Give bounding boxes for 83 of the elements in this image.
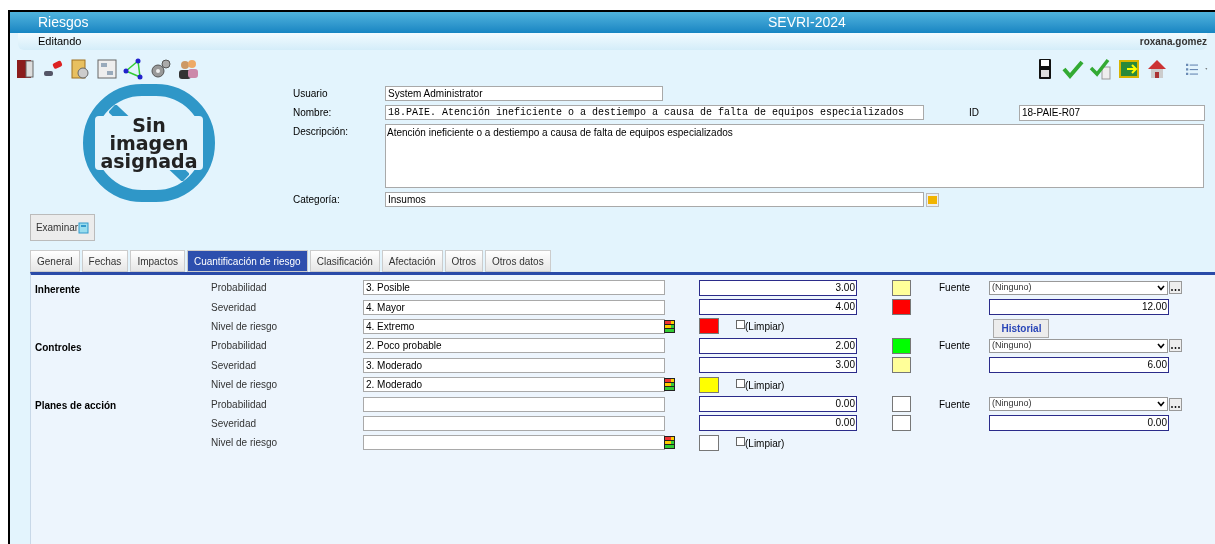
tab[interactable]: Otros xyxy=(444,250,483,272)
upload-icon xyxy=(78,221,90,234)
total-field[interactable]: 6.00 xyxy=(989,357,1169,374)
more-button[interactable] xyxy=(1169,339,1182,353)
source-label: Fuente xyxy=(939,339,972,354)
user-field[interactable]: System Administrator xyxy=(385,86,663,101)
gears-icon[interactable] xyxy=(149,57,173,81)
field-label: Severidad xyxy=(211,416,258,431)
folder-icon xyxy=(928,195,937,204)
placeholder-text: Sin imagen asignada xyxy=(95,116,203,170)
tab[interactable]: Impactos xyxy=(130,250,185,272)
exit-icon[interactable] xyxy=(1117,57,1141,81)
field-label: Nombre: xyxy=(293,106,333,120)
clear-checkbox[interactable]: (Limpiar) xyxy=(736,319,785,334)
score-field[interactable]: 0.00 xyxy=(699,396,857,413)
value-field[interactable]: 3. Moderado xyxy=(363,357,665,373)
field-label: Nivel de riesgo xyxy=(211,378,279,393)
ellipsis-icon xyxy=(1171,347,1180,350)
score-field[interactable]: 3.00 xyxy=(699,357,857,374)
value-field[interactable]: 4. Extremo xyxy=(363,318,665,334)
score-field[interactable]: 2.00 xyxy=(699,337,857,354)
field-label: Usuario xyxy=(293,87,329,101)
group-label: Controles xyxy=(35,341,82,353)
more-button[interactable] xyxy=(1169,397,1182,411)
value-field[interactable]: 2. Moderado xyxy=(363,377,665,393)
check-document-icon[interactable] xyxy=(1089,57,1113,81)
value-field[interactable]: 4. Mayor xyxy=(363,299,665,315)
chevron-down-icon xyxy=(1157,342,1165,349)
field-label: Severidad xyxy=(211,358,258,373)
risk-matrix-icon[interactable] xyxy=(664,436,675,450)
tab[interactable]: Afectación xyxy=(381,250,443,272)
description-field[interactable]: Atención ineficiente o a destiempo a causa de falta de equipos especializados xyxy=(385,124,1204,188)
score-field[interactable]: 4.00 xyxy=(699,299,857,316)
source-dropdown[interactable]: (Ninguno) xyxy=(989,397,1168,412)
score-field[interactable]: 3.00 xyxy=(699,279,857,296)
clear-checkbox[interactable]: (Limpiar) xyxy=(736,377,785,392)
value-field[interactable] xyxy=(363,435,665,451)
source-label: Fuente xyxy=(939,281,972,296)
app-title: SEVRI-2024 xyxy=(768,13,846,32)
name-field[interactable]: 18.PAIE. Atención ineficiente o a destiempo a causa de falta de equipos especializados xyxy=(385,105,924,120)
chevron-down-icon xyxy=(1157,284,1165,291)
field-label: Probabilidad xyxy=(211,281,268,296)
value-field[interactable] xyxy=(363,415,665,431)
clear-checkbox[interactable]: (Limpiar) xyxy=(736,435,785,450)
ellipsis-icon xyxy=(1171,289,1180,292)
more-button[interactable] xyxy=(1169,281,1182,295)
mode-text: Editando xyxy=(38,34,82,50)
field-label: Categoría: xyxy=(293,193,341,207)
field-label: Probabilidad xyxy=(211,339,268,354)
source-dropdown[interactable]: (Ninguno) xyxy=(989,338,1168,353)
tab[interactable]: Cuantificación de riesgo xyxy=(186,250,308,272)
clipboard-icon[interactable] xyxy=(68,57,92,81)
field-label: Descripción: xyxy=(293,125,350,139)
value-field[interactable]: 2. Poco probable xyxy=(363,338,665,354)
group-label: Planes de acción xyxy=(35,400,117,412)
total-field[interactable]: 12.00 xyxy=(989,299,1169,316)
browse-button[interactable]: Examinar xyxy=(30,214,95,241)
tab[interactable]: Clasificación xyxy=(309,250,380,272)
history-button[interactable]: Historial xyxy=(993,319,1050,339)
tab[interactable]: General xyxy=(30,250,80,272)
value-field[interactable] xyxy=(363,396,665,412)
risk-matrix-icon[interactable] xyxy=(664,319,675,333)
total-field[interactable]: 0.00 xyxy=(989,415,1169,432)
field-label: ID xyxy=(969,106,980,120)
score-field[interactable]: 0.00 xyxy=(699,415,857,432)
risk-matrix-icon[interactable] xyxy=(664,378,675,392)
field-label: Probabilidad xyxy=(211,397,268,412)
ellipsis-icon xyxy=(1171,405,1180,408)
id-field[interactable]: 18-PAIE-R07 xyxy=(1019,104,1205,121)
source-dropdown[interactable]: (Ninguno) xyxy=(989,280,1168,295)
people-icon[interactable] xyxy=(176,57,200,81)
group-label: Inherente xyxy=(35,283,80,295)
user-name: roxana.gomez xyxy=(1139,35,1207,49)
field-label: Nivel de riesgo xyxy=(211,436,279,451)
window-title: Riesgos xyxy=(38,13,90,32)
source-label: Fuente xyxy=(939,397,972,412)
tab[interactable]: Fechas xyxy=(81,250,129,272)
chevron-down-icon xyxy=(1157,401,1165,408)
field-label: Nivel de riesgo xyxy=(211,319,279,334)
tab[interactable]: Otros datos xyxy=(485,250,551,272)
value-field[interactable]: 3. Posible xyxy=(363,280,665,296)
field-label: Severidad xyxy=(211,300,258,315)
category-field[interactable]: Insumos xyxy=(385,192,924,207)
